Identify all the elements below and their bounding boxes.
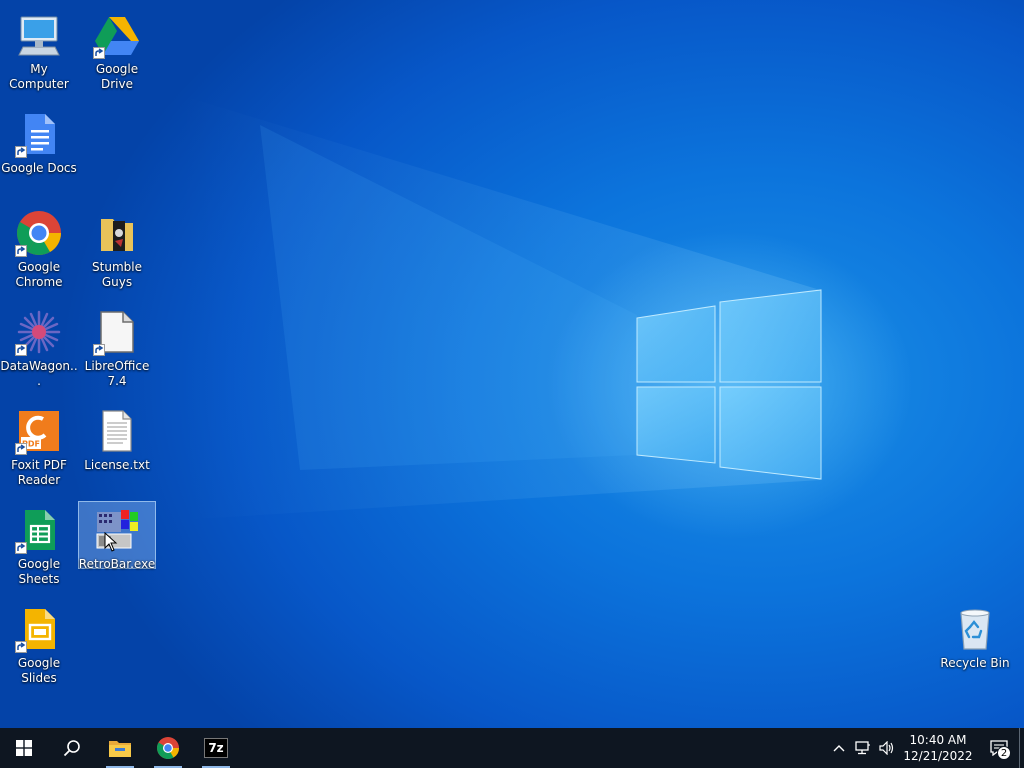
shortcut-arrow-icon <box>93 47 105 59</box>
desktop-icon-label: Recycle Bin <box>940 656 1010 670</box>
shortcut-arrow-icon <box>15 542 27 554</box>
desktop-icon-label: DataWagon... <box>0 359 78 388</box>
desktop-icon-google-slides[interactable]: Google Slides <box>0 600 78 687</box>
desktop-icon-label: LibreOffice 7.4 <box>84 359 150 388</box>
mouse-cursor-icon <box>104 532 118 552</box>
chrome-icon <box>157 737 179 759</box>
desktop-icon-label: Google Docs <box>1 161 77 175</box>
clock[interactable]: 10:40 AM 12/21/2022 <box>903 732 973 764</box>
file-explorer-icon <box>109 741 131 757</box>
shortcut-arrow-icon <box>15 443 27 455</box>
desktop-icon-libreoffice[interactable]: LibreOffice 7.4 <box>78 303 156 390</box>
shortcut-arrow-icon <box>15 245 27 257</box>
start-button[interactable] <box>0 728 48 768</box>
taskbar-chrome-button[interactable] <box>144 728 192 768</box>
desktop-icon-recycle-bin[interactable]: Recycle Bin <box>936 600 1014 672</box>
search-button[interactable] <box>48 728 96 768</box>
google-sheets-icon <box>15 506 63 554</box>
desktop-icon-label: Foxit PDF Reader <box>11 458 67 487</box>
recycle-bin-icon <box>951 605 999 653</box>
desktop-icon-stumble-guys[interactable]: Stumble Guys <box>78 204 156 291</box>
desktop-icon-my-computer[interactable]: My Computer <box>0 6 78 93</box>
desktop-icon-label: Google Slides <box>17 656 61 685</box>
desktop-icon-label: My Computer <box>9 62 69 91</box>
7zip-label: 7z <box>208 741 224 755</box>
stumble-guys-icon <box>93 209 141 257</box>
network-button[interactable] <box>851 728 875 768</box>
google-slides-icon <box>15 605 63 653</box>
desktop-icon-label: Google Sheets <box>17 557 61 586</box>
taskbar-file-explorer-button[interactable] <box>96 728 144 768</box>
desktop-icon-label: Google Chrome <box>15 260 63 289</box>
libreoffice-icon <box>93 308 141 356</box>
notification-count-badge: 2 <box>997 746 1011 760</box>
google-docs-icon <box>15 110 63 158</box>
desktop-icon-label: Google Drive <box>95 62 139 91</box>
desktop-icon-google-docs[interactable]: Google Docs <box>0 105 78 177</box>
shortcut-arrow-icon <box>15 146 27 158</box>
chevron-up-icon <box>833 745 845 752</box>
desktop-icon-license-txt[interactable]: License.txt <box>78 402 156 474</box>
google-drive-icon <box>93 11 141 59</box>
desktop-icon-label: Stumble Guys <box>92 260 142 289</box>
desktop-icon-label: License.txt <box>84 458 150 472</box>
system-tray: 10:40 AM 12/21/2022 2 <box>827 728 1024 768</box>
clock-date: 12/21/2022 <box>903 749 973 763</box>
search-icon <box>63 740 80 757</box>
windows-start-icon <box>16 740 32 756</box>
desktop-icon-google-drive[interactable]: Google Drive <box>78 6 156 93</box>
datawagon-icon <box>15 308 63 356</box>
desktop-icon-foxit-pdf-reader[interactable]: PDF Foxit PDF Reader <box>0 402 78 489</box>
shortcut-arrow-icon <box>93 344 105 356</box>
shortcut-arrow-icon <box>15 344 27 356</box>
desktop-icon-label: RetroBar.exe <box>78 557 156 571</box>
foxit-pdf-icon: PDF <box>15 407 63 455</box>
volume-icon <box>879 741 894 755</box>
show-hidden-icons-button[interactable] <box>827 728 851 768</box>
taskbar: 7z 10:40 AM 12/21/2022 2 <box>0 728 1024 768</box>
computer-icon <box>15 11 63 59</box>
desktop-icon-datawagon[interactable]: DataWagon... <box>0 303 78 390</box>
show-desktop-button[interactable] <box>1019 728 1024 768</box>
desktop-icon-google-chrome[interactable]: Google Chrome <box>0 204 78 291</box>
shortcut-arrow-icon <box>15 641 27 653</box>
clock-time: 10:40 AM <box>909 733 967 747</box>
7zip-icon: 7z <box>204 738 228 758</box>
chrome-icon <box>15 209 63 257</box>
desktop-icon-google-sheets[interactable]: Google Sheets <box>0 501 78 588</box>
taskbar-7zip-button[interactable]: 7z <box>192 728 240 768</box>
text-file-icon <box>93 407 141 455</box>
action-center-button[interactable]: 2 <box>979 728 1019 768</box>
volume-button[interactable] <box>875 728 899 768</box>
network-icon <box>855 741 870 755</box>
